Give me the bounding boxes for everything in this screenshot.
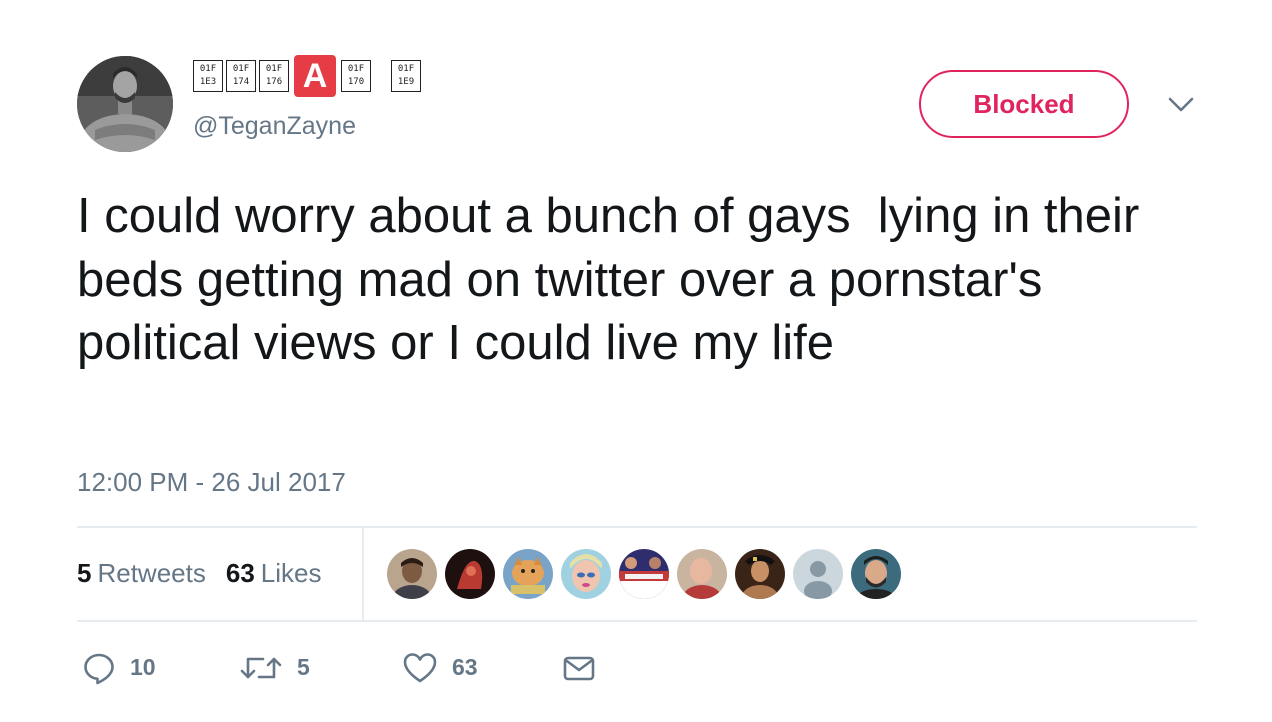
liker-avatar[interactable]	[387, 549, 437, 599]
message-action[interactable]	[562, 645, 596, 690]
blocked-button[interactable]: Blocked	[919, 70, 1129, 138]
likers-avatars	[387, 549, 901, 599]
likes-label: Likes	[260, 558, 322, 588]
like-action[interactable]: 63	[402, 645, 478, 690]
like-icon	[402, 651, 438, 685]
divider	[77, 620, 1197, 622]
avatar[interactable]	[77, 56, 173, 152]
retweet-action[interactable]: 5	[239, 645, 310, 690]
tweet-card: 01F 1E3 01F 174 01F 176 A 01F 170 01F 1E…	[0, 0, 1272, 722]
retweet-icon	[239, 651, 283, 685]
retweets-count: 5	[77, 558, 92, 588]
liker-avatar[interactable]	[503, 549, 553, 599]
chevron-down-icon[interactable]	[1166, 92, 1196, 116]
retweets-stat[interactable]: 5 Retweets	[77, 558, 206, 589]
unknown-glyph-box: 01F 174	[226, 60, 256, 92]
unknown-glyph-box: 01F 176	[259, 60, 289, 92]
likes-stat[interactable]: 63 Likes	[226, 558, 322, 589]
tweet-text: I could worry about a bunch of gays lyin…	[77, 189, 1153, 370]
reply-count: 10	[130, 654, 156, 680]
reply-icon	[82, 651, 116, 685]
like-count: 63	[452, 654, 478, 680]
reply-action[interactable]: 10	[82, 645, 156, 690]
retweet-count: 5	[297, 654, 310, 680]
unknown-glyph-box: 01F 170	[341, 60, 371, 92]
liker-avatar[interactable]	[677, 549, 727, 599]
tweet-actions: 10 5 63	[77, 645, 677, 690]
message-icon	[562, 651, 596, 685]
user-handle[interactable]: @TeganZayne	[193, 112, 356, 141]
retweets-label: Retweets	[97, 558, 206, 588]
liker-avatar[interactable]	[445, 549, 495, 599]
display-name[interactable]: 01F 1E3 01F 174 01F 176 A 01F 170 01F 1E…	[193, 55, 421, 97]
liker-avatar[interactable]	[561, 549, 611, 599]
engagement-stats: 5 Retweets 63 Likes	[77, 527, 1197, 620]
likes-count: 63	[225, 558, 255, 588]
liker-avatar[interactable]	[619, 549, 669, 599]
stats-separator	[362, 527, 364, 620]
unknown-glyph-box: 01F 1E3	[193, 60, 223, 92]
red-a-emoji: A	[294, 55, 336, 97]
tweet-timestamp[interactable]: 12:00 PM - 26 Jul 2017	[77, 467, 346, 498]
unknown-glyph-box: 01F 1E9	[391, 60, 421, 92]
liker-avatar[interactable]	[735, 549, 785, 599]
liker-avatar[interactable]	[851, 549, 901, 599]
liker-avatar[interactable]	[793, 549, 843, 599]
